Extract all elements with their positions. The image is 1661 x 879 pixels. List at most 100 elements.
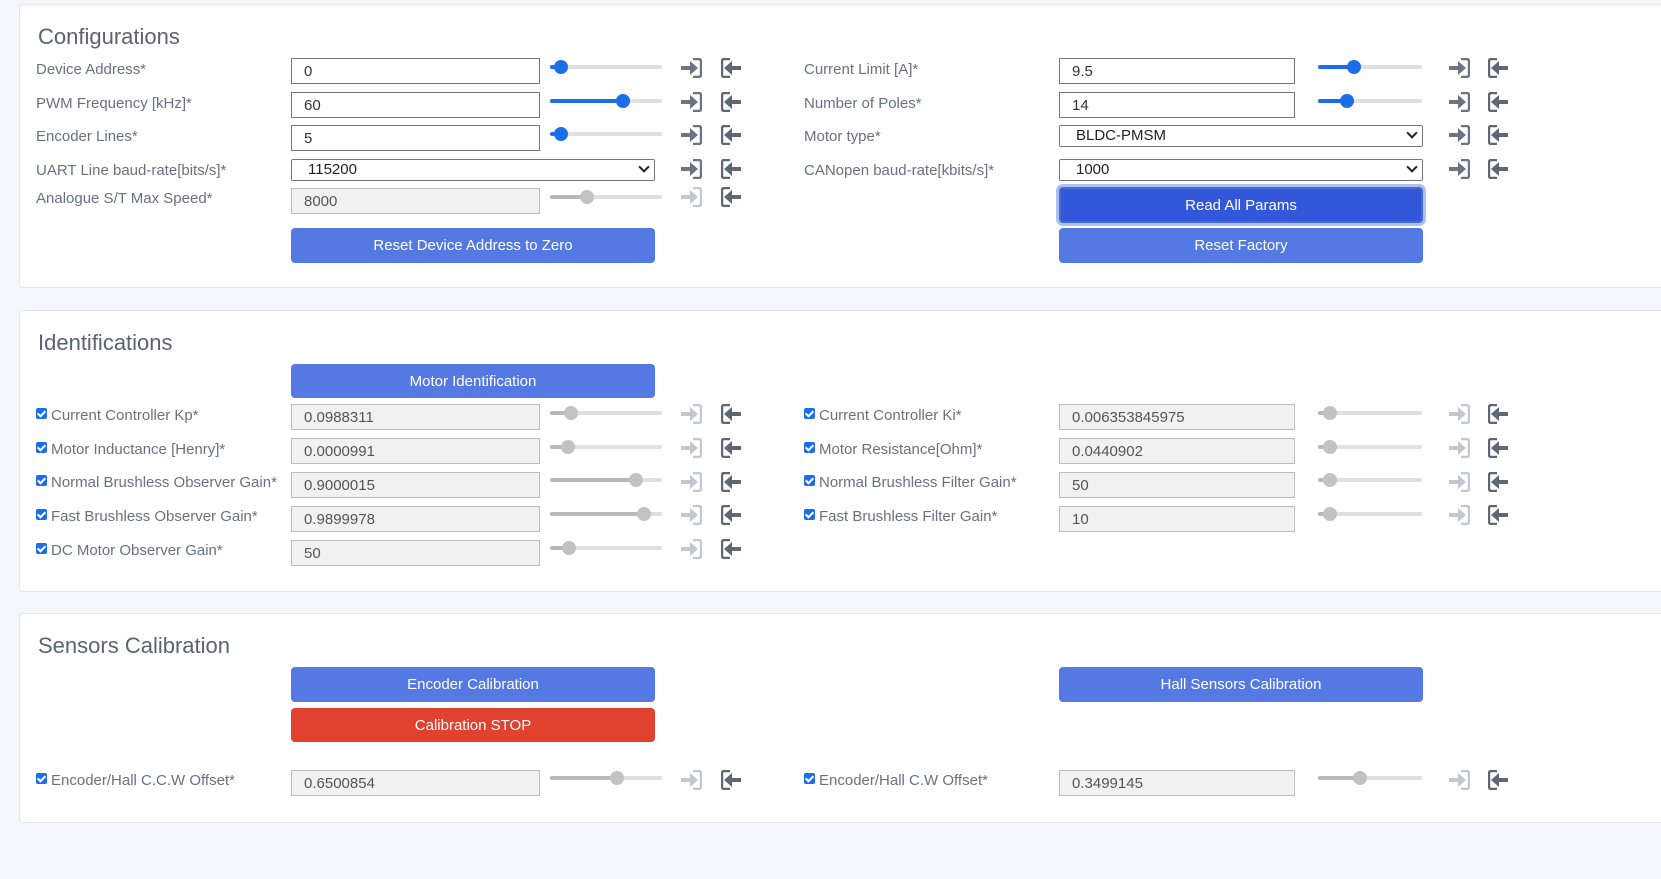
fast-filter-gain-input <box>1059 506 1295 532</box>
sign-in-icon[interactable] <box>1448 92 1470 112</box>
sign-in-icon <box>1448 770 1470 790</box>
sign-in-icon <box>680 187 702 207</box>
cw-offset-slider <box>1318 771 1422 785</box>
motor-resistance-checkbox[interactable] <box>804 442 815 453</box>
chevron-down-icon <box>1406 161 1418 173</box>
sign-out-icon[interactable] <box>721 125 743 145</box>
analogue-max-speed-slider <box>550 190 662 204</box>
encoder-lines-input[interactable] <box>291 125 540 151</box>
chevron-down-icon <box>638 161 650 173</box>
normal-observer-gain-checkbox[interactable] <box>36 475 47 486</box>
current-ki-input <box>1059 404 1295 430</box>
fast-observer-gain-input <box>291 506 540 532</box>
sign-out-icon[interactable] <box>721 159 743 179</box>
pwm-frequency-input[interactable] <box>291 92 540 118</box>
ccw-offset-slider <box>550 771 662 785</box>
sign-out-icon[interactable] <box>1488 472 1510 492</box>
encoder-lines-slider[interactable] <box>550 127 662 141</box>
current-limit-label: Current Limit [A]* <box>804 61 919 78</box>
cw-offset-checkbox[interactable] <box>804 773 815 784</box>
current-kp-input <box>291 404 540 430</box>
sign-in-icon <box>1448 404 1470 424</box>
number-of-poles-input[interactable] <box>1059 92 1295 118</box>
pwm-frequency-slider[interactable] <box>550 94 662 108</box>
sign-in-icon <box>1448 505 1470 525</box>
sign-in-icon[interactable] <box>1448 58 1470 78</box>
sign-out-icon[interactable] <box>721 58 743 78</box>
sign-in-icon[interactable] <box>680 125 702 145</box>
sign-out-icon[interactable] <box>721 187 743 207</box>
motor-identification-button[interactable]: Motor Identification <box>291 364 655 398</box>
sign-out-icon[interactable] <box>1488 770 1510 790</box>
current-limit-slider[interactable] <box>1318 60 1422 74</box>
reset-device-address-button[interactable]: Reset Device Address to Zero <box>291 228 655 263</box>
fast-filter-gain-label: Fast Brushless Filter Gain* <box>819 508 998 525</box>
sign-out-icon[interactable] <box>721 472 743 492</box>
number-of-poles-slider[interactable] <box>1318 94 1422 108</box>
sign-in-icon <box>680 438 702 458</box>
read-all-params-button[interactable]: Read All Params <box>1059 187 1423 223</box>
sign-out-icon[interactable] <box>1488 505 1510 525</box>
motor-type-select[interactable]: BLDC-PMSM <box>1059 125 1423 147</box>
sign-out-icon[interactable] <box>721 92 743 112</box>
sign-out-icon[interactable] <box>1488 58 1510 78</box>
normal-filter-gain-input <box>1059 472 1295 498</box>
canopen-baud-select[interactable]: 1000 <box>1059 159 1423 181</box>
fast-observer-gain-label: Fast Brushless Observer Gain* <box>51 508 258 525</box>
sign-in-icon <box>680 472 702 492</box>
cw-offset-input <box>1059 770 1295 796</box>
motor-resistance-label: Motor Resistance[Ohm]* <box>819 441 983 458</box>
sign-in-icon[interactable] <box>680 159 702 179</box>
motor-inductance-checkbox[interactable] <box>36 442 47 453</box>
sign-out-icon[interactable] <box>721 770 743 790</box>
normal-filter-gain-checkbox[interactable] <box>804 475 815 486</box>
encoder-calibration-button[interactable]: Encoder Calibration <box>291 667 655 702</box>
fast-observer-gain-checkbox[interactable] <box>36 509 47 520</box>
sign-in-icon[interactable] <box>680 58 702 78</box>
sign-out-icon[interactable] <box>721 438 743 458</box>
sign-in-icon[interactable] <box>1448 159 1470 179</box>
device-address-slider[interactable] <box>550 60 662 74</box>
dc-observer-gain-input <box>291 540 540 566</box>
fast-filter-gain-slider <box>1318 507 1422 521</box>
dc-observer-gain-slider <box>550 541 662 555</box>
sign-in-icon <box>680 404 702 424</box>
current-kp-label: Current Controller Kp* <box>51 407 199 424</box>
current-ki-label: Current Controller Ki* <box>819 407 962 424</box>
ccw-offset-checkbox[interactable] <box>36 773 47 784</box>
sensors-calibration-card: Sensors Calibration <box>19 613 1661 823</box>
sign-out-icon[interactable] <box>721 539 743 559</box>
sign-in-icon <box>1448 438 1470 458</box>
sign-in-icon[interactable] <box>680 92 702 112</box>
motor-type-label: Motor type* <box>804 128 881 145</box>
device-address-input[interactable] <box>291 58 540 84</box>
sign-out-icon[interactable] <box>721 505 743 525</box>
reset-factory-button[interactable]: Reset Factory <box>1059 228 1423 263</box>
device-address-label: Device Address* <box>36 61 147 78</box>
ccw-offset-input <box>291 770 540 796</box>
uart-baud-select[interactable]: 115200 <box>291 159 655 181</box>
sign-out-icon[interactable] <box>1488 92 1510 112</box>
sign-in-icon <box>680 770 702 790</box>
sign-out-icon[interactable] <box>1488 125 1510 145</box>
current-kp-checkbox[interactable] <box>36 408 47 419</box>
section-title: Configurations <box>38 24 180 49</box>
dc-observer-gain-label: DC Motor Observer Gain* <box>51 542 223 559</box>
cw-offset-label: Encoder/Hall C.W Offset* <box>819 772 988 789</box>
analogue-max-speed-input <box>291 188 540 214</box>
fast-filter-gain-checkbox[interactable] <box>804 509 815 520</box>
sign-in-icon[interactable] <box>1448 125 1470 145</box>
sign-out-icon[interactable] <box>721 404 743 424</box>
sign-out-icon[interactable] <box>1488 159 1510 179</box>
sign-out-icon[interactable] <box>1488 404 1510 424</box>
motor-resistance-slider <box>1318 440 1422 454</box>
motor-inductance-input <box>291 438 540 464</box>
hall-sensors-calibration-button[interactable]: Hall Sensors Calibration <box>1059 667 1423 702</box>
dc-observer-gain-checkbox[interactable] <box>36 543 47 554</box>
calibration-stop-button[interactable]: Calibration STOP <box>291 708 655 742</box>
current-limit-input[interactable] <box>1059 58 1295 84</box>
normal-filter-gain-label: Normal Brushless Filter Gain* <box>819 474 1017 491</box>
ccw-offset-label: Encoder/Hall C.C.W Offset* <box>51 772 235 789</box>
current-ki-checkbox[interactable] <box>804 408 815 419</box>
sign-out-icon[interactable] <box>1488 438 1510 458</box>
